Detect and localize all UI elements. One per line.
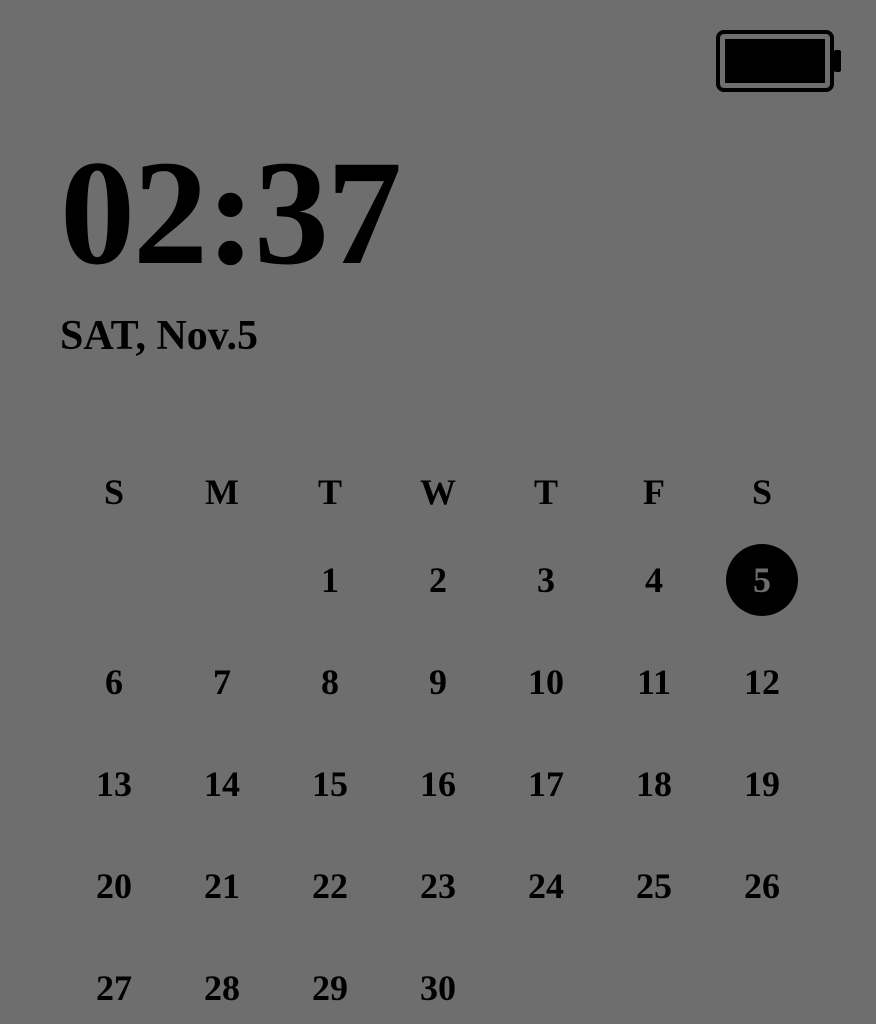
day-cell[interactable]: 6 [60, 646, 168, 718]
day-cell[interactable]: 29 [276, 952, 384, 1024]
day-cell[interactable]: 11 [600, 646, 708, 718]
day-cell[interactable]: 27 [60, 952, 168, 1024]
day-cell[interactable]: 18 [600, 748, 708, 820]
day-cell[interactable]: 7 [168, 646, 276, 718]
calendar-widget: S M T W T F S 1 2 3 4 5 6 7 8 9 10 11 12… [0, 470, 876, 1024]
day-cell[interactable]: 4 [600, 544, 708, 616]
day-header: F [600, 470, 708, 514]
day-cell[interactable]: 28 [168, 952, 276, 1024]
time-display: 02:37 [60, 138, 876, 288]
day-cell[interactable]: 30 [384, 952, 492, 1024]
day-header: T [492, 470, 600, 514]
day-cell-today[interactable]: 5 [708, 544, 816, 616]
day-cell [168, 544, 276, 616]
day-cell[interactable]: 3 [492, 544, 600, 616]
day-header: S [708, 470, 816, 514]
day-cell[interactable]: 14 [168, 748, 276, 820]
day-cell[interactable]: 17 [492, 748, 600, 820]
day-cell[interactable]: 24 [492, 850, 600, 922]
day-cell[interactable]: 9 [384, 646, 492, 718]
day-cell [708, 952, 816, 1024]
day-cell[interactable]: 23 [384, 850, 492, 922]
day-cell[interactable]: 20 [60, 850, 168, 922]
day-cell[interactable]: 10 [492, 646, 600, 718]
day-cell [492, 952, 600, 1024]
battery-icon [716, 30, 841, 92]
day-cell[interactable]: 19 [708, 748, 816, 820]
day-cell[interactable]: 25 [600, 850, 708, 922]
day-header: S [60, 470, 168, 514]
day-cell[interactable]: 16 [384, 748, 492, 820]
day-header: W [384, 470, 492, 514]
day-cell[interactable]: 8 [276, 646, 384, 718]
day-header: T [276, 470, 384, 514]
day-cell [60, 544, 168, 616]
day-cell[interactable]: 21 [168, 850, 276, 922]
day-cell [600, 952, 708, 1024]
day-cell[interactable]: 15 [276, 748, 384, 820]
day-cell[interactable]: 26 [708, 850, 816, 922]
day-cell[interactable]: 1 [276, 544, 384, 616]
day-cell[interactable]: 22 [276, 850, 384, 922]
calendar-grid: S M T W T F S 1 2 3 4 5 6 7 8 9 10 11 12… [60, 470, 816, 1024]
date-display: SAT, Nov.5 [60, 312, 876, 360]
day-header: M [168, 470, 276, 514]
day-cell[interactable]: 12 [708, 646, 816, 718]
day-cell[interactable]: 2 [384, 544, 492, 616]
day-cell[interactable]: 13 [60, 748, 168, 820]
